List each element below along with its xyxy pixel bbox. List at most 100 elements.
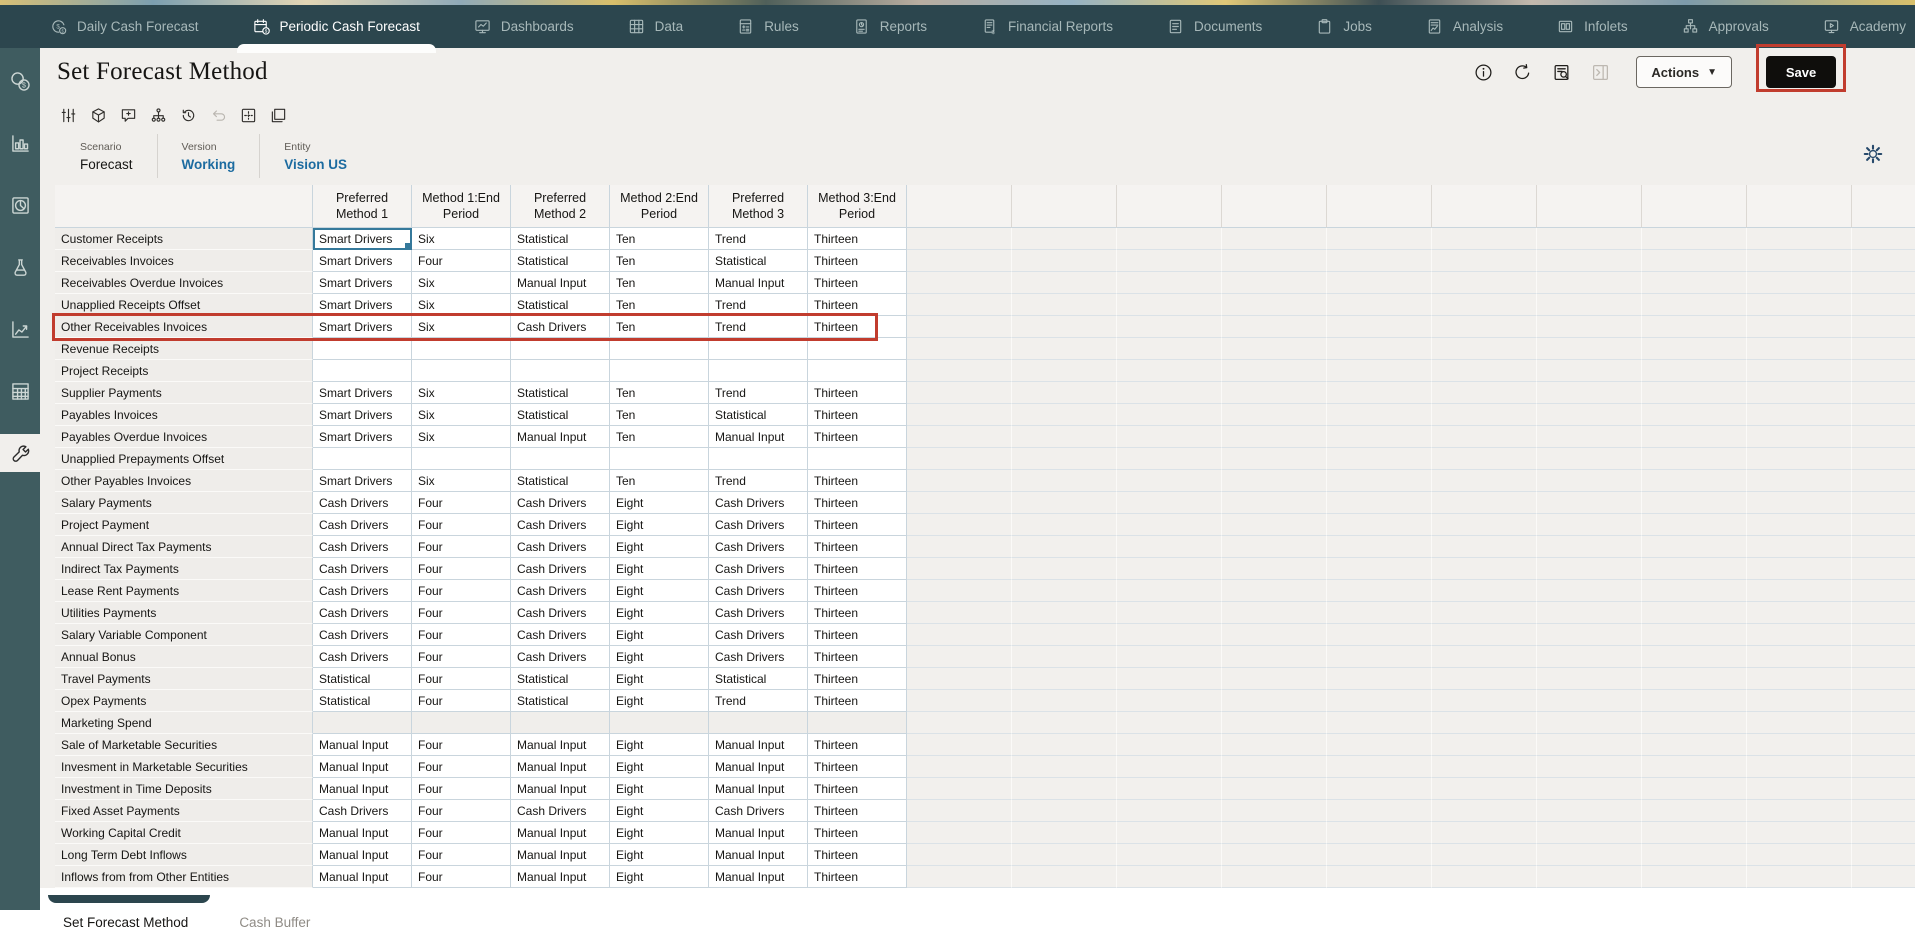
grid-cell[interactable]: Six: [412, 272, 511, 294]
grid-cell[interactable]: Cash Drivers: [313, 646, 412, 668]
grid-cell[interactable]: Statistical: [511, 294, 610, 316]
grid-cell[interactable]: [511, 360, 610, 382]
grid-cell[interactable]: Cash Drivers: [511, 492, 610, 514]
grid-cell[interactable]: [412, 338, 511, 360]
grid-cell[interactable]: Statistical: [511, 382, 610, 404]
grid-cell[interactable]: Eight: [610, 602, 709, 624]
grid-cell[interactable]: Cash Drivers: [709, 646, 808, 668]
grid-cell[interactable]: Cash Drivers: [511, 602, 610, 624]
row-label[interactable]: Invesment in Marketable Securities: [55, 756, 313, 778]
grid-cell[interactable]: Cash Drivers: [709, 800, 808, 822]
grid-cell[interactable]: Statistical: [313, 690, 412, 712]
grid-cell[interactable]: [808, 448, 907, 470]
nav-tab-rules[interactable]: Rules: [737, 5, 799, 48]
grid-cell[interactable]: Six: [412, 382, 511, 404]
nav-tab-approvals[interactable]: Approvals: [1682, 5, 1769, 48]
grid-cell[interactable]: Manual Input: [709, 844, 808, 866]
actions-button[interactable]: Actions ▼: [1636, 56, 1732, 88]
grid-cell[interactable]: [709, 338, 808, 360]
grid-cell[interactable]: Thirteen: [808, 272, 907, 294]
row-label[interactable]: Inflows from from Other Entities: [55, 866, 313, 888]
query-list-icon[interactable]: [1552, 63, 1571, 82]
grid-cell[interactable]: Ten: [610, 404, 709, 426]
row-label[interactable]: Fixed Asset Payments: [55, 800, 313, 822]
row-label[interactable]: Project Receipts: [55, 360, 313, 382]
grid-cell[interactable]: Thirteen: [808, 646, 907, 668]
gear-icon[interactable]: [1863, 144, 1883, 169]
grid-cell[interactable]: Eight: [610, 624, 709, 646]
grid-cell[interactable]: Statistical: [511, 404, 610, 426]
grid-cell[interactable]: Four: [412, 580, 511, 602]
grid-cell[interactable]: Statistical: [511, 690, 610, 712]
grid-cell[interactable]: Cash Drivers: [709, 492, 808, 514]
grid-cell[interactable]: Thirteen: [808, 558, 907, 580]
grid-cell[interactable]: Manual Input: [313, 756, 412, 778]
grid-cell[interactable]: Thirteen: [808, 426, 907, 448]
grid-cell[interactable]: Manual Input: [709, 822, 808, 844]
grid-cell[interactable]: [610, 338, 709, 360]
grid-cell[interactable]: Cash Drivers: [709, 580, 808, 602]
grid-cell[interactable]: Statistical: [511, 668, 610, 690]
grid-cell[interactable]: Thirteen: [808, 316, 907, 338]
bottom-tab-cash-buffer[interactable]: Cash Buffer: [239, 915, 310, 930]
bottom-tab-set-forecast-method[interactable]: Set Forecast Method: [63, 915, 188, 930]
grid-cell[interactable]: [709, 712, 808, 734]
grid-cell[interactable]: Trend: [709, 316, 808, 338]
grid-options-icon[interactable]: [240, 107, 257, 124]
grid-cell[interactable]: [808, 338, 907, 360]
grid-cell[interactable]: Thirteen: [808, 514, 907, 536]
grid-cell[interactable]: Eight: [610, 668, 709, 690]
row-label[interactable]: Sale of Marketable Securities: [55, 734, 313, 756]
row-label[interactable]: Project Payment: [55, 514, 313, 536]
grid-cell[interactable]: Manual Input: [511, 866, 610, 888]
row-label[interactable]: Receivables Invoices: [55, 250, 313, 272]
grid-cell[interactable]: Eight: [610, 492, 709, 514]
grid-cell[interactable]: [412, 360, 511, 382]
nav-tab-financial-reports[interactable]: $ Financial Reports: [981, 5, 1113, 48]
grid-cell[interactable]: [511, 338, 610, 360]
nav-tab-dashboards[interactable]: Dashboards: [474, 5, 574, 48]
grid-cell[interactable]: Manual Input: [709, 426, 808, 448]
grid-cell[interactable]: [709, 360, 808, 382]
row-label[interactable]: Long Term Debt Inflows: [55, 844, 313, 866]
grid-cell[interactable]: Four: [412, 536, 511, 558]
row-label[interactable]: Travel Payments: [55, 668, 313, 690]
hierarchy-icon[interactable]: [150, 107, 167, 124]
grid-cell[interactable]: Thirteen: [808, 800, 907, 822]
grid-cell[interactable]: Cash Drivers: [511, 624, 610, 646]
grid-cell[interactable]: [511, 448, 610, 470]
nav-tab-daily-cash-forecast[interactable]: $ $ Daily Cash Forecast: [50, 5, 199, 48]
grid-cell[interactable]: Thirteen: [808, 624, 907, 646]
nav-tab-analysis[interactable]: Analysis: [1426, 5, 1503, 48]
row-label[interactable]: Opex Payments: [55, 690, 313, 712]
grid-cell[interactable]: Ten: [610, 382, 709, 404]
grid-cell[interactable]: [610, 712, 709, 734]
grid-cell[interactable]: Cash Drivers: [313, 536, 412, 558]
grid-cell[interactable]: Smart Drivers: [313, 316, 412, 338]
grid-cell[interactable]: Ten: [610, 426, 709, 448]
sidebar-item-bar-chart-icon[interactable]: [0, 124, 40, 162]
grid-cell[interactable]: Manual Input: [511, 272, 610, 294]
grid-cell[interactable]: Thirteen: [808, 492, 907, 514]
grid-cell[interactable]: Manual Input: [511, 778, 610, 800]
grid-cell[interactable]: [412, 448, 511, 470]
grid-cell[interactable]: Trend: [709, 470, 808, 492]
grid-cell[interactable]: Statistical: [511, 250, 610, 272]
grid-cell[interactable]: Thirteen: [808, 690, 907, 712]
row-label[interactable]: Other Receivables Invoices: [55, 316, 313, 338]
pov-item-scenario[interactable]: Scenario Forecast: [64, 134, 157, 178]
cube-icon[interactable]: [90, 107, 107, 124]
grid-cell[interactable]: Four: [412, 756, 511, 778]
grid-cell[interactable]: Manual Input: [511, 734, 610, 756]
grid-cell[interactable]: Eight: [610, 866, 709, 888]
grid-cell[interactable]: Thirteen: [808, 844, 907, 866]
grid-cell[interactable]: Cash Drivers: [511, 536, 610, 558]
grid-cell[interactable]: Eight: [610, 822, 709, 844]
adjust-sliders-icon[interactable]: [60, 107, 77, 124]
sidebar-item-trend-chart-icon[interactable]: [0, 310, 40, 348]
grid-cell[interactable]: Trend: [709, 294, 808, 316]
grid-cell[interactable]: Ten: [610, 294, 709, 316]
grid-cell[interactable]: Ten: [610, 228, 709, 250]
grid-cell[interactable]: Trend: [709, 228, 808, 250]
grid-cell[interactable]: Thirteen: [808, 734, 907, 756]
